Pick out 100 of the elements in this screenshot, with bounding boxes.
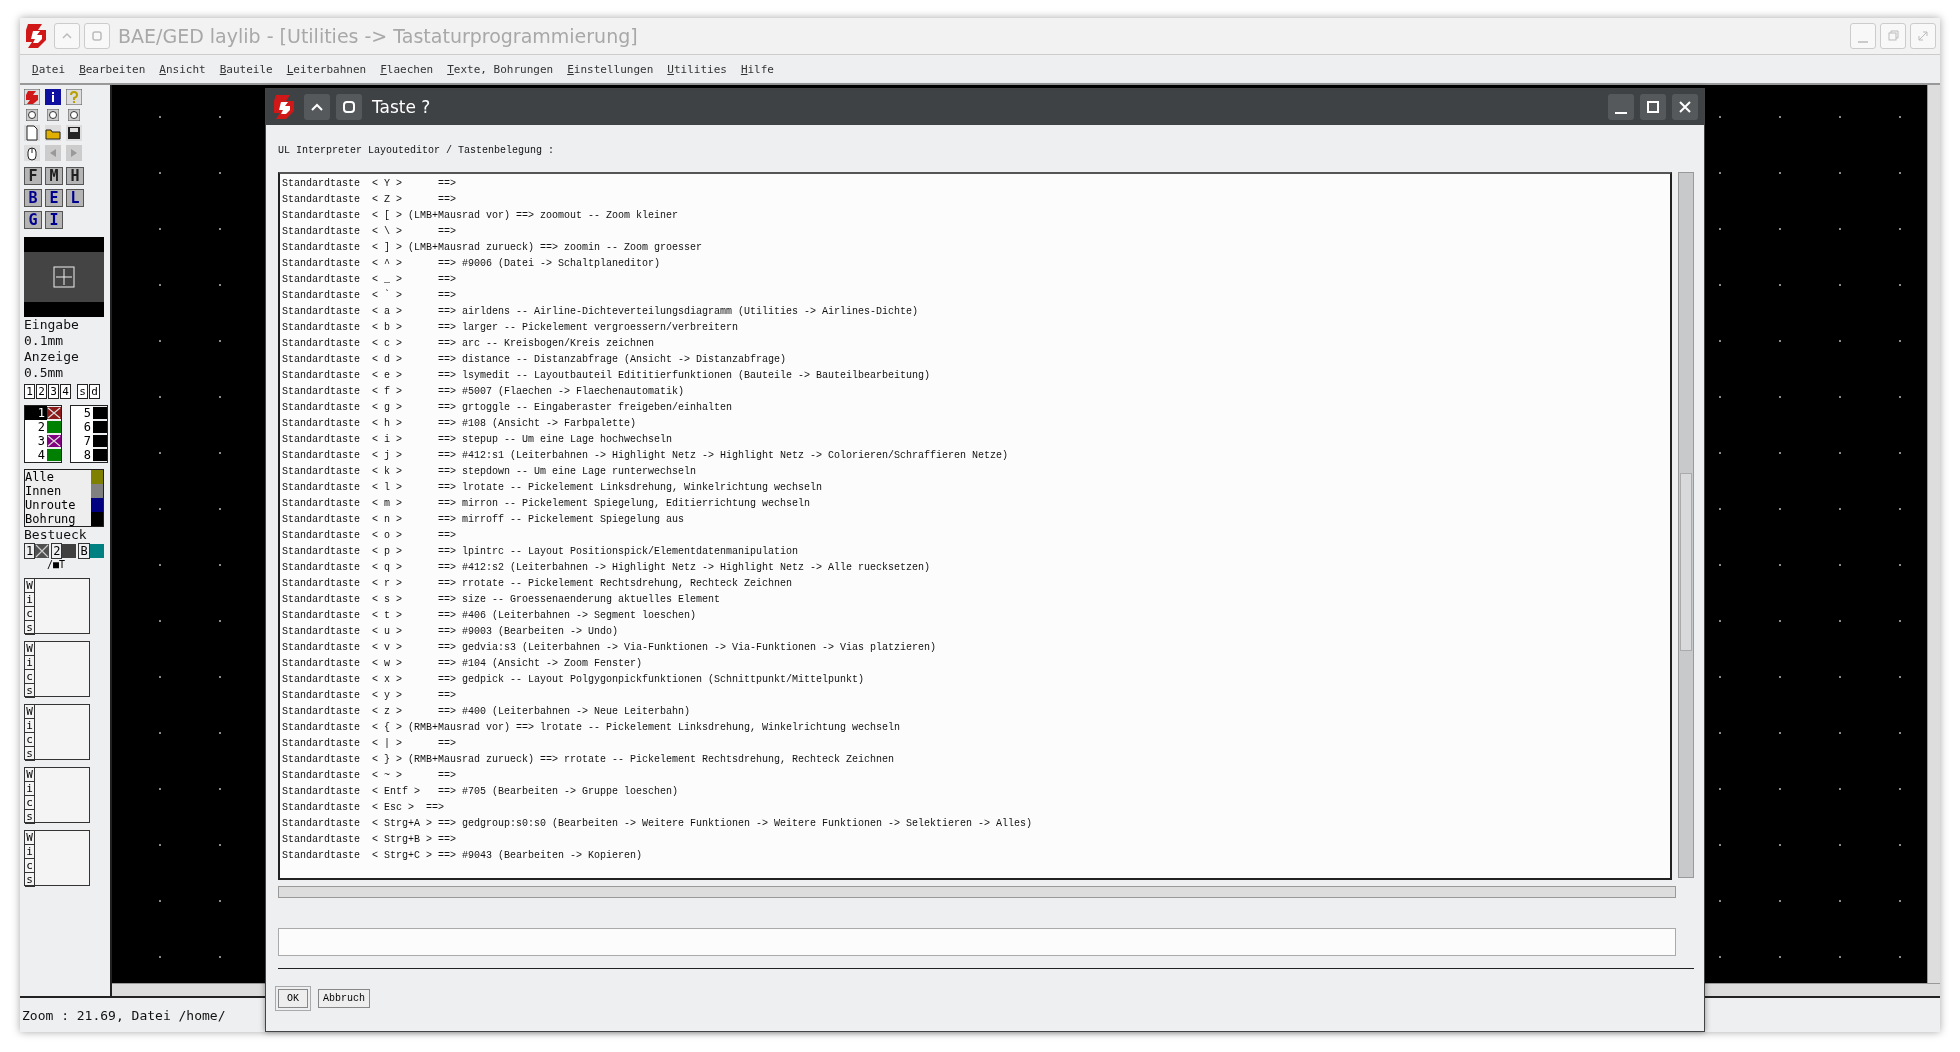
layer-number[interactable]: 4: [25, 448, 47, 462]
close-button[interactable]: [1672, 94, 1698, 120]
layer-color-swatch[interactable]: [47, 406, 61, 420]
menu-item[interactable]: Einstellungen: [567, 62, 654, 76]
key-binding-line[interactable]: Standardtaste < c > ==> arc -- Kreisbogen/Kreis zeichnen: [282, 336, 1668, 352]
side-number[interactable]: 2: [51, 543, 63, 559]
layer-button[interactable]: d: [89, 384, 100, 399]
tool-button[interactable]: M: [45, 167, 63, 185]
square-button[interactable]: [336, 94, 362, 120]
slot-letter[interactable]: W: [25, 579, 35, 593]
macro-slot[interactable]: W i c s: [24, 767, 90, 823]
info-icon[interactable]: [45, 89, 61, 105]
slot-letter[interactable]: W: [25, 831, 35, 845]
key-binding-line[interactable]: Standardtaste < s > ==> size -- Groessenaenderung aktuelles Element: [282, 592, 1668, 608]
key-binding-line[interactable]: Standardtaste < Z > ==>: [282, 192, 1668, 208]
slot-letter[interactable]: s: [25, 684, 35, 698]
layer-number[interactable]: 1: [25, 406, 47, 420]
layer-color-swatch[interactable]: [47, 420, 61, 434]
menu-item[interactable]: Hilfe: [740, 62, 774, 76]
key-binding-line[interactable]: Standardtaste < n > ==> mirroff -- Pickelement Spiegelung aus: [282, 512, 1668, 528]
key-binding-line[interactable]: Standardtaste < [ > (LMB+Mausrad vor) ==> zoomout -- Zoom kleiner: [282, 208, 1668, 224]
key-binding-line[interactable]: Standardtaste < e > ==> lsymedit -- Layoutbauteil Edititierfunktionen (Bauteile -> Bauteilbearbeitung): [282, 368, 1668, 384]
tool-button[interactable]: F: [24, 167, 42, 185]
layer-button[interactable]: 4: [60, 384, 71, 399]
minimize-button[interactable]: [1608, 94, 1634, 120]
layer-button[interactable]: 1: [24, 384, 35, 399]
menu-item[interactable]: Utilities: [667, 62, 727, 76]
key-binding-line[interactable]: Standardtaste < Strg+C > ==> #9043 (Bearbeiten -> Kopieren): [282, 848, 1668, 864]
tool-button[interactable]: L: [66, 189, 84, 207]
key-binding-line[interactable]: Standardtaste < g > ==> grtoggle -- Eingaberaster freigeben/einhalten: [282, 400, 1668, 416]
key-binding-line[interactable]: Standardtaste < Entf > ==> #705 (Bearbeiten -> Gruppe loeschen): [282, 784, 1668, 800]
key-binding-line[interactable]: Standardtaste < i > ==> stepup -- Um eine Lage hochwechseln: [282, 432, 1668, 448]
layer-color-swatch[interactable]: [47, 434, 61, 448]
color-swatch[interactable]: [91, 512, 103, 526]
key-binding-line[interactable]: Standardtaste < a > ==> airldens -- Airline-Dichteverteilungsdiagramm (Utilities -> Airlines-Dichte): [282, 304, 1668, 320]
layer-number[interactable]: 2: [25, 420, 47, 434]
mouse-icon[interactable]: [24, 145, 40, 161]
key-binding-line[interactable]: Standardtaste < p > ==> lpintrc -- Layout Positionspick/Elementdatenmanipulation: [282, 544, 1668, 560]
macro-slot[interactable]: W i c s: [24, 641, 90, 697]
key-binding-line[interactable]: Standardtaste < r > ==> rrotate -- Pickelement Rechtsdrehung, Rechteck Zeichnen: [282, 576, 1668, 592]
key-binding-line[interactable]: Standardtaste < } > (RMB+Mausrad zurueck) ==> rrotate -- Pickelement Rechtsdrehung, Rechteck Zeichnen: [282, 752, 1668, 768]
save-icon[interactable]: [66, 125, 82, 141]
ok-button[interactable]: OK: [278, 989, 308, 1008]
layer-color-swatch[interactable]: [47, 448, 61, 462]
key-binding-line[interactable]: Standardtaste < b > ==> larger -- Pickelement vergroessern/verbreitern: [282, 320, 1668, 336]
key-binding-line[interactable]: Standardtaste < j > ==> #412:s1 (Leiterbahnen -> Highlight Netz -> Highlight Netz -> Colorieren/Schraffieren Netze): [282, 448, 1668, 464]
layer-button[interactable]: s: [77, 384, 88, 399]
key-binding-line[interactable]: Standardtaste < t > ==> #406 (Leiterbahnen -> Segment loeschen): [282, 608, 1668, 624]
key-binding-line[interactable]: Standardtaste < l > ==> lrotate -- Pickelement Linksdrehung, Winkelrichtung wechseln: [282, 480, 1668, 496]
side-color-swatch[interactable]: [62, 544, 77, 558]
key-binding-line[interactable]: Standardtaste < \ > ==>: [282, 224, 1668, 240]
key-binding-line[interactable]: Standardtaste < x > ==> gedpick -- Layout Polgygonpickfunktionen (Schnittpunkt/Mittelpunkt): [282, 672, 1668, 688]
color-swatch[interactable]: [91, 470, 103, 484]
slot-letter[interactable]: i: [25, 593, 35, 607]
menu-item[interactable]: Bauteile: [219, 62, 273, 76]
key-binding-line[interactable]: Standardtaste < { > (RMB+Mausrad vor) ==> lrotate -- Pickelement Linksdrehung, Winkelrichtung wechseln: [282, 720, 1668, 736]
menu-item[interactable]: Datei: [32, 62, 66, 76]
color-swatch[interactable]: [91, 498, 103, 512]
menu-item[interactable]: Flaechen: [380, 62, 434, 76]
key-binding-line[interactable]: Standardtaste < o > ==>: [282, 528, 1668, 544]
tool-button[interactable]: E: [45, 189, 63, 207]
layer-color-swatch[interactable]: [93, 406, 107, 420]
key-binding-line[interactable]: Standardtaste < Strg+A > ==> gedgroup:s0:s0 (Bearbeiten -> Weitere Funktionen -> Weitere Funktionen -> Selektieren -> Alles): [282, 816, 1668, 832]
key-binding-line[interactable]: Standardtaste < _ > ==>: [282, 272, 1668, 288]
key-binding-line[interactable]: Standardtaste < d > ==> distance -- Distanzabfrage (Ansicht -> Distanzabfrage): [282, 352, 1668, 368]
key-binding-line[interactable]: Standardtaste < z > ==> #400 (Leiterbahnen -> Neue Leiterbahn): [282, 704, 1668, 720]
tool-button[interactable]: I: [45, 211, 63, 229]
layer-number[interactable]: 5: [71, 406, 93, 420]
menu-item[interactable]: Texte, Bohrungen: [447, 62, 554, 76]
slot-letter[interactable]: W: [25, 768, 35, 782]
slot-letter[interactable]: c: [25, 796, 35, 810]
key-binding-line[interactable]: Standardtaste < Strg+B > ==>: [282, 832, 1668, 848]
slot-letter[interactable]: s: [25, 747, 35, 761]
layer-number[interactable]: 8: [71, 448, 93, 462]
slot-letter[interactable]: s: [25, 873, 35, 887]
slot-letter[interactable]: i: [25, 845, 35, 859]
slot-letter[interactable]: W: [25, 705, 35, 719]
vertical-scrollbar[interactable]: [1678, 172, 1694, 878]
slot-letter[interactable]: c: [25, 733, 35, 747]
horizontal-scrollbar[interactable]: [278, 886, 1676, 898]
side-number[interactable]: B: [78, 543, 90, 559]
tool-button[interactable]: B: [24, 189, 42, 207]
slot-letter[interactable]: i: [25, 656, 35, 670]
slot-letter[interactable]: s: [25, 621, 35, 635]
document-icon[interactable]: [24, 125, 40, 141]
menu-item[interactable]: Leiterbahnen: [286, 62, 367, 76]
key-binding-line[interactable]: Standardtaste < y > ==>: [282, 688, 1668, 704]
key-binding-line[interactable]: Standardtaste < q > ==> #412:s2 (Leiterbahnen -> Highlight Netz -> Highlight Netz -> Alle ruecksetzen): [282, 560, 1668, 576]
key-binding-line[interactable]: Standardtaste < ~ > ==>: [282, 768, 1668, 784]
key-binding-line[interactable]: Standardtaste < Esc > ==>: [282, 800, 1668, 816]
maximize-button[interactable]: [1640, 94, 1666, 120]
layer-color-swatch[interactable]: [93, 434, 107, 448]
layer-number[interactable]: 6: [71, 420, 93, 434]
slot-letter[interactable]: W: [25, 642, 35, 656]
layer-button[interactable]: 2: [36, 384, 47, 399]
logo-icon[interactable]: [24, 89, 40, 105]
side-number[interactable]: 1: [24, 543, 36, 559]
macro-slot[interactable]: W i c s: [24, 830, 90, 886]
key-binding-line[interactable]: Standardtaste < v > ==> gedvia:s3 (Leiterbahnen -> Via-Funktionen -> Via-Funktionen -> Vias platzieren): [282, 640, 1668, 656]
key-binding-line[interactable]: Standardtaste < h > ==> #108 (Ansicht -> Farbpalette): [282, 416, 1668, 432]
